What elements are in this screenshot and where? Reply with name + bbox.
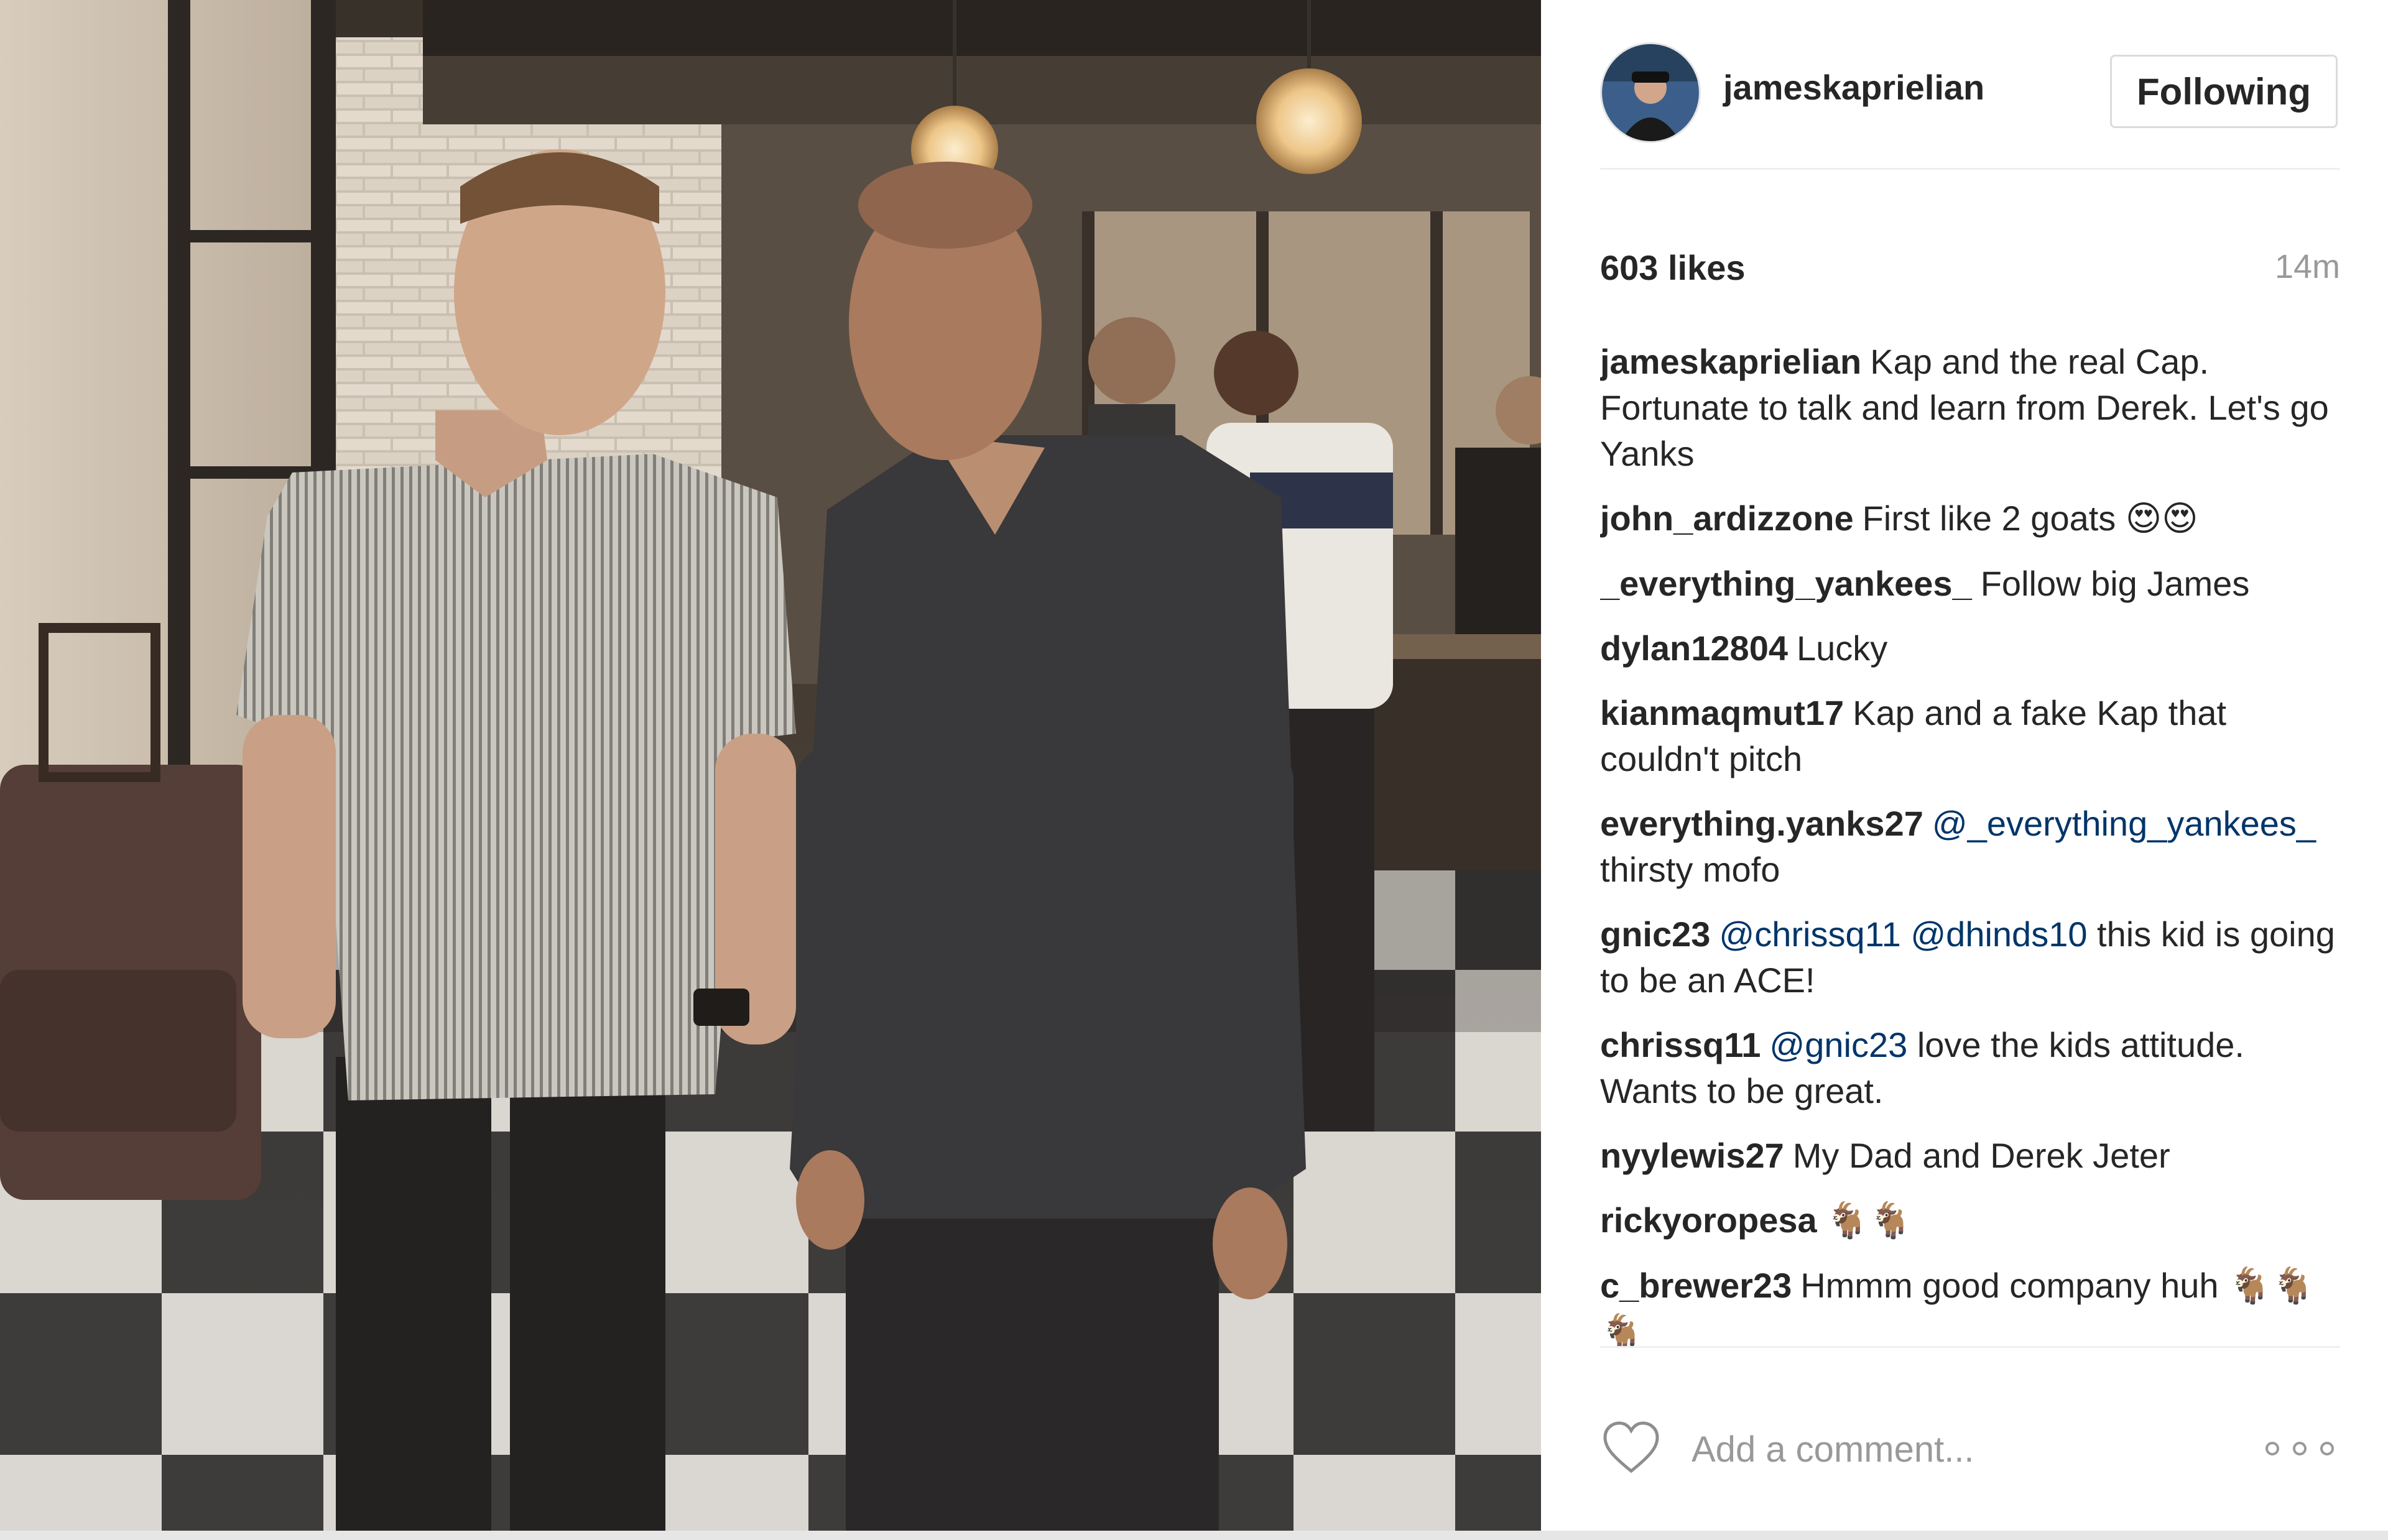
post-sidebar: jameskaprielian Following 603 likes 14m … [1541,0,2388,1531]
post-timestamp[interactable]: 14m [2275,247,2340,286]
comment-item: chrissq11 @gnic23 love the kids attitude.… [1600,1022,2340,1114]
comment-username[interactable]: john_ardizzone [1600,499,1854,538]
comment-item: rickyoropesa 🐐🐐 [1600,1197,2340,1244]
comment-username[interactable]: gnic23 [1600,915,1710,954]
comment-item: john_ardizzone First like 2 goats 😍😍 [1600,496,2340,542]
avatar[interactable] [1600,42,1701,143]
comment-item: nyylewis27 My Dad and Derek Jeter [1600,1133,2340,1179]
following-button[interactable]: Following [2110,55,2338,128]
comment-text: thirsty mofo [1600,850,1780,889]
comments-list[interactable]: jameskaprielian Kap and the real Cap. For… [1600,339,2340,1348]
goat-emoji: 🐐🐐 [1825,1201,1913,1241]
mention-link[interactable]: @gnic23 [1769,1025,1907,1064]
more-options-icon[interactable] [2265,1430,2334,1467]
comment-text: My Dad and Derek Jeter [1792,1136,2170,1175]
comment-text: Hmmm good company huh [1800,1266,2219,1305]
mention-link[interactable]: @dhinds10 [1910,915,2087,954]
comment-item: dylan12804 Lucky [1600,625,2340,671]
comment-text: First like 2 goats [1862,499,2116,538]
instagram-post-window: jameskaprielian Following 603 likes 14m … [0,0,2388,1540]
mention-link[interactable]: @chrissq11 [1719,915,1900,954]
heart-eyes-emoji: 😍😍 [2125,499,2198,539]
caption: jameskaprielian Kap and the real Cap. For… [1600,339,2340,477]
comment-item: everything.yanks27 @_everything_yankees_ … [1600,801,2340,893]
comment-text: Lucky [1796,629,1888,668]
comment-username[interactable]: chrissq11 [1600,1025,1761,1064]
likes-row: 603 likes 14m [1600,236,2340,292]
comment-username[interactable]: c_brewer23 [1600,1266,1792,1305]
dot [2320,1442,2334,1455]
comment-item: _everything_yankees_ Follow big James [1600,561,2340,607]
comment-bar [1600,1393,2340,1498]
comment-username[interactable]: dylan12804 [1600,629,1788,668]
comment-item: c_brewer23 Hmmm good company huh 🐐🐐🐐 [1600,1263,2340,1346]
comment-item: gnic23 @chrissq11 @dhinds10 this kid is g… [1600,911,2340,1003]
avatar-image [1602,44,1699,141]
photo-illustration [0,0,1541,1531]
like-count[interactable]: 603 likes [1600,247,1746,288]
post-header: jameskaprielian Following [1600,25,2340,170]
dot [2265,1442,2279,1455]
comment-username[interactable]: kianmaqmut17 [1600,693,1844,732]
comment-username[interactable]: _everything_yankees_ [1600,564,1972,603]
heart-icon[interactable] [1600,1418,1662,1480]
caption-username[interactable]: jameskaprielian [1600,342,1861,381]
window-bottom-edge [0,1531,2388,1540]
post-username[interactable]: jameskaprielian [1723,67,1984,108]
comment-text: Follow big James [1980,564,2250,603]
comment-input[interactable] [1690,1419,2240,1480]
comment-item: kianmaqmut17 Kap and a fake Kap that coul… [1600,690,2340,782]
post-photo[interactable] [0,0,1541,1531]
comment-username[interactable]: everything.yanks27 [1600,804,1923,843]
dot [2293,1442,2307,1455]
mention-link[interactable]: @_everything_yankees_ [1932,804,2316,843]
comment-username[interactable]: rickyoropesa [1600,1201,1817,1240]
comment-username[interactable]: nyylewis27 [1600,1136,1784,1175]
